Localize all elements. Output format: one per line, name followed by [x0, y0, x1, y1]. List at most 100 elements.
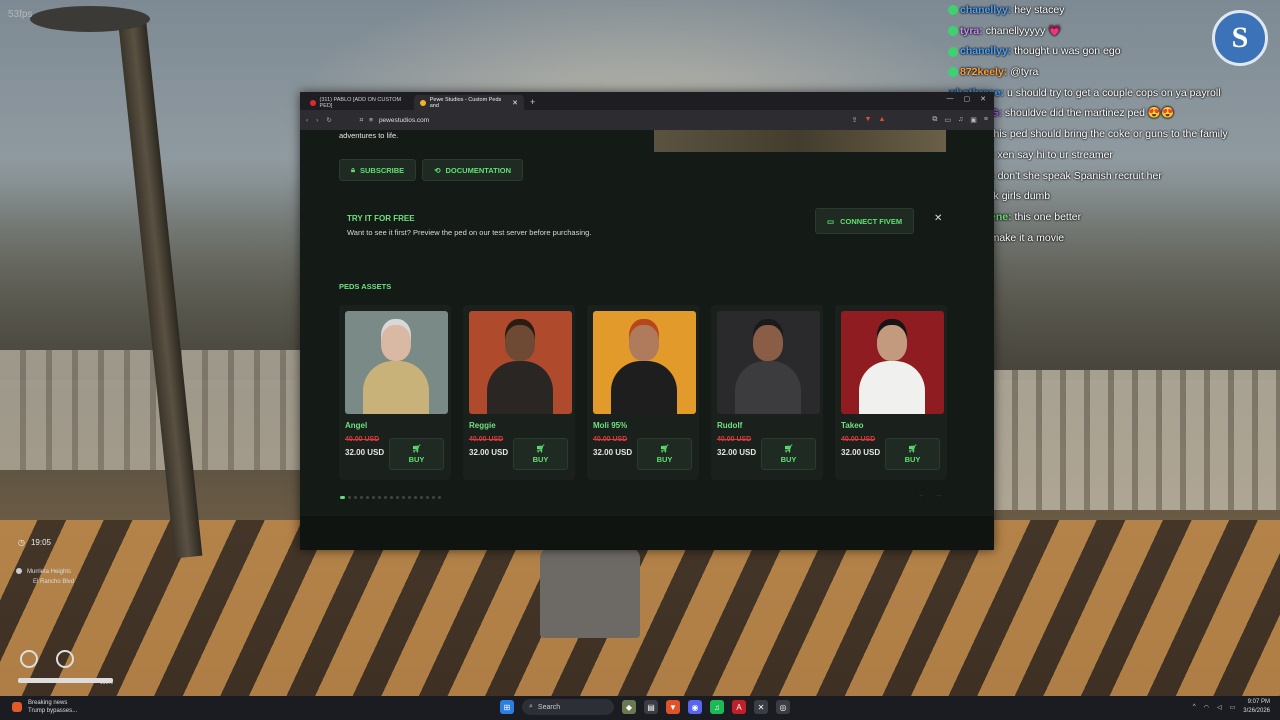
ped-image[interactable] [717, 311, 820, 414]
spotify-icon[interactable]: ♫ [710, 700, 724, 714]
pagination-dot[interactable] [340, 496, 345, 499]
close-tab-icon[interactable]: ✕ [512, 99, 518, 107]
chat-text: @tyra [1010, 66, 1039, 79]
ped-name[interactable]: Moli 95% [593, 421, 627, 430]
ped-name[interactable]: Rudolf [717, 421, 742, 430]
brave-shield-icon[interactable]: ▼ [865, 116, 872, 124]
xbox-icon[interactable]: ✕ [754, 700, 768, 714]
tab-youtube[interactable]: (311) PABLO [ADD ON CUSTOM PED] [304, 95, 414, 110]
bookmark-icon[interactable]: ⌑ [360, 116, 363, 124]
sidebar-icon[interactable]: ▭ [944, 116, 951, 124]
ped-outfit [487, 361, 553, 414]
pagination-dot[interactable] [420, 496, 423, 499]
media-icon[interactable]: ♫ [958, 116, 963, 124]
chat-message: chanellyy: hey stacey [948, 0, 1278, 21]
start-icon[interactable]: ⊞ [500, 700, 514, 714]
ped-card[interactable]: Reggie 40.00 USD 32.00 USD 🛒︎ BUY [463, 305, 575, 480]
pagination-dot[interactable] [360, 496, 363, 499]
prev-arrow-icon[interactable]: ← [918, 492, 925, 499]
menu-icon[interactable]: ≡ [984, 116, 988, 124]
buy-button[interactable]: 🛒︎ BUY [637, 438, 692, 470]
ped-old-price: 40.00 USD [593, 436, 628, 443]
chat-message: sturkz: xen say hi to ur streamer [948, 145, 1278, 166]
maximize-icon[interactable]: ▢ [964, 95, 971, 103]
rewards-icon[interactable]: ▲ [878, 116, 885, 124]
new-tab-button[interactable]: + [524, 95, 541, 110]
site-info-icon[interactable]: ≡ [369, 117, 373, 124]
taskbar-clock[interactable]: 9:07 PM 3/26/2026 [1243, 698, 1270, 716]
tray-chevron-icon[interactable]: ^ [1193, 704, 1196, 710]
pagination-dot[interactable] [414, 496, 417, 499]
ped-image[interactable] [345, 311, 448, 414]
connect-fivem-button[interactable]: ▭ CONNECT FIVEM [815, 208, 915, 234]
battery-icon[interactable]: ▭ [1230, 704, 1236, 711]
pagination-dot[interactable] [408, 496, 411, 499]
close-window-icon[interactable]: ✕ [980, 95, 986, 103]
ped-card[interactable]: Rudolf 40.00 USD 32.00 USD 🛒︎ BUY [711, 305, 823, 480]
discord-icon[interactable]: ◉ [688, 700, 702, 714]
chat-username[interactable]: 872keely: [960, 66, 1007, 78]
hud-clock: ◷ 19:05 [18, 538, 51, 547]
ped-name[interactable]: Takeo [841, 421, 864, 430]
share-icon[interactable]: ⇪ [852, 116, 858, 124]
pagination-dot[interactable] [372, 496, 375, 499]
ped-name[interactable]: Angel [345, 421, 367, 430]
next-arrow-icon[interactable]: → [935, 492, 942, 499]
hero-buttons: 🔒︎ SUBSCRIBE ⟲ DOCUMENTATION [339, 159, 524, 181]
volume-icon[interactable]: ◁ [1217, 704, 1222, 711]
ped-image[interactable] [593, 311, 696, 414]
wallet-icon[interactable]: ▣ [970, 116, 977, 124]
pagination-dot[interactable] [348, 496, 351, 499]
pagination-dot[interactable] [438, 496, 441, 499]
ped-price: 32.00 USD [469, 448, 509, 457]
app-a-icon[interactable]: A [732, 700, 746, 714]
chat-username[interactable]: chanellyy: [960, 4, 1011, 16]
brave-icon[interactable]: ▼ [666, 700, 680, 714]
ped-image[interactable] [469, 311, 572, 414]
hero-image [654, 130, 946, 152]
url-text: pewestudios.com [378, 116, 430, 124]
taskbar-search[interactable]: ⌕ Search [522, 699, 614, 715]
chat-username[interactable]: chanellyy: [960, 45, 1011, 57]
buy-button[interactable]: 🛒︎ BUY [761, 438, 816, 470]
buy-button[interactable]: 🛒︎ BUY [389, 438, 444, 470]
peds-section-title: PEDS ASSETS [339, 282, 392, 291]
ped-image[interactable] [841, 311, 944, 414]
ped-name[interactable]: Reggie [469, 421, 496, 430]
close-banner-icon[interactable]: ✕ [934, 213, 942, 224]
minimize-icon[interactable]: — [947, 95, 954, 103]
ped-card[interactable]: Angel 40.00 USD 32.00 USD 🛒︎ BUY [339, 305, 451, 480]
documentation-button[interactable]: ⟲ DOCUMENTATION [422, 159, 524, 181]
pagination-dot[interactable] [432, 496, 435, 499]
file-explorer-icon[interactable]: ▤ [644, 700, 658, 714]
buy-button[interactable]: 🛒︎ BUY [513, 438, 568, 470]
wifi-icon[interactable]: ◠ [1204, 704, 1209, 711]
pagination-dot[interactable] [366, 496, 369, 499]
ped-head [629, 325, 659, 361]
system-tray: ^ ◠ ◁ ▭ 9:07 PM 3/26/2026 [1193, 698, 1270, 716]
buy-button[interactable]: 🛒︎ BUY [885, 438, 940, 470]
forward-icon[interactable]: › [316, 117, 318, 124]
obs-icon[interactable]: ◎ [776, 700, 790, 714]
pagination-dot[interactable] [384, 496, 387, 499]
fps-counter: 53fps [8, 9, 33, 20]
ped-old-price: 40.00 USD [345, 436, 380, 443]
pagination-dot[interactable] [402, 496, 405, 499]
chat-username[interactable]: tyra: [960, 25, 983, 37]
news-widget[interactable]: Breaking news Trump bypasses... [12, 699, 77, 715]
ped-card[interactable]: Takeo 40.00 USD 32.00 USD 🛒︎ BUY [835, 305, 947, 480]
pagination-dot[interactable] [378, 496, 381, 499]
pagination-dot[interactable] [354, 496, 357, 499]
pagination-dot[interactable] [426, 496, 429, 499]
url-field[interactable]: ⌑ ≡ pewestudios.com [354, 114, 690, 127]
game-icon[interactable]: ◆ [622, 700, 636, 714]
reload-icon[interactable]: ↻ [326, 116, 331, 124]
pagination-dot[interactable] [396, 496, 399, 499]
ped-card[interactable]: Moli 95% 40.00 USD 32.00 USD 🛒︎ BUY [587, 305, 699, 480]
news-title: Breaking news [28, 700, 68, 706]
tab-pewe-studios[interactable]: Pewe Studios - Custom Peds and ✕ [414, 95, 524, 110]
subscribe-button[interactable]: 🔒︎ SUBSCRIBE [339, 159, 417, 181]
back-icon[interactable]: ‹ [306, 117, 308, 124]
extensions-icon[interactable]: ⧉ [932, 116, 937, 124]
pagination-dot[interactable] [390, 496, 393, 499]
